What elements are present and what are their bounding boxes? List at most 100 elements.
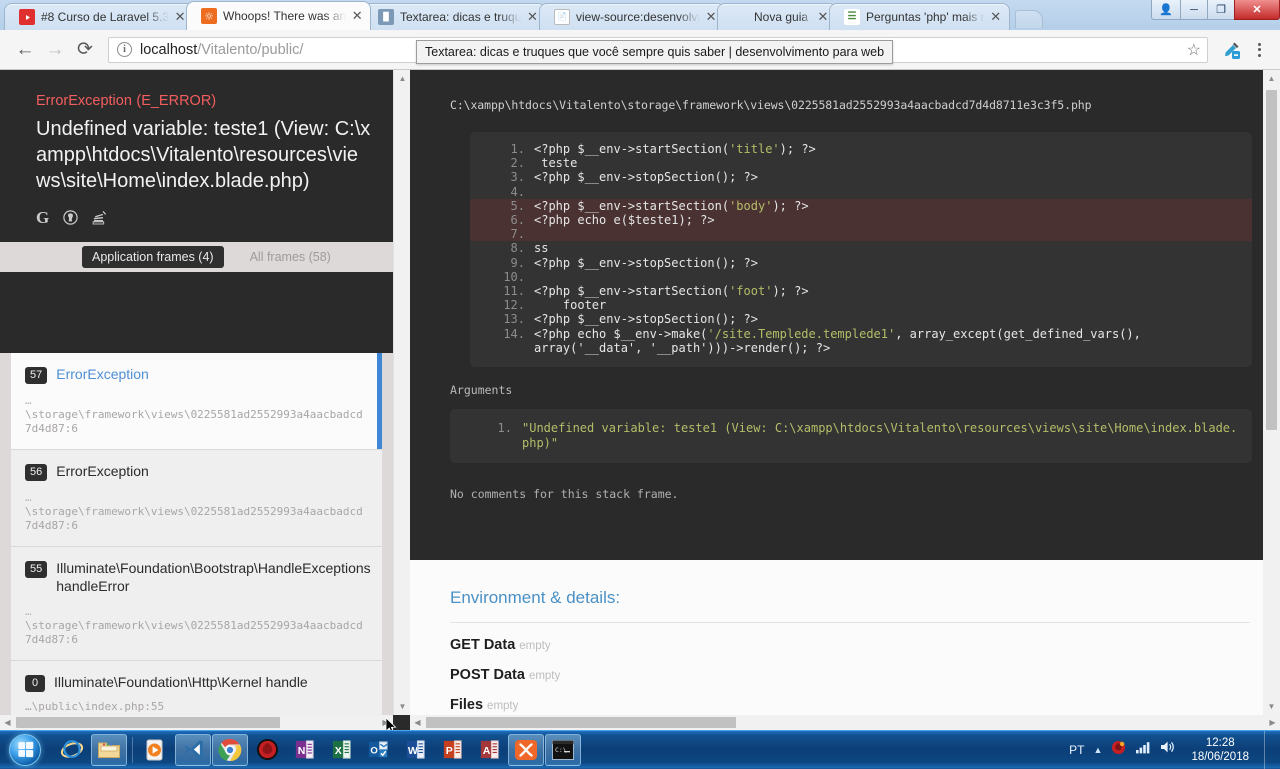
excel-icon[interactable]: X [323, 734, 359, 766]
code-line-number: 7. [510, 227, 525, 242]
stackoverflow-search-icon[interactable] [92, 210, 108, 225]
network-signal-icon[interactable] [1135, 740, 1151, 759]
frame-path-ellipsis: … [25, 491, 33, 504]
volume-icon[interactable] [1160, 740, 1176, 759]
language-indicator[interactable]: PT [1069, 743, 1084, 757]
frame-name: Illuminate\Foundation\Http\Kernel handle [54, 674, 308, 690]
word-icon[interactable]: W [397, 734, 433, 766]
page-horizontal-scrollbar[interactable]: ◀ ▶ [410, 715, 1280, 730]
exception-type: ErrorException [36, 93, 132, 109]
scroll-right-arrow-icon[interactable]: ▶ [1265, 715, 1280, 730]
bookmark-star-icon[interactable]: ☆ [1187, 40, 1201, 60]
tab-all-frames[interactable]: All frames (58) [240, 246, 341, 268]
maximize-button[interactable]: ❐ [1207, 0, 1235, 20]
code-line-highlighted: 6. <?php echo e($teste1); ?> [470, 213, 1252, 228]
tab-application-frames[interactable]: Application frames (4) [82, 246, 224, 268]
forward-button[interactable]: → [40, 35, 70, 65]
left-panel-vertical-scrollbar[interactable]: ▲ ▼ [393, 70, 410, 715]
code-line-text: ss [534, 241, 549, 256]
browser-tab-2[interactable]: █ Textarea: dicas e truqu ✕ [363, 3, 547, 30]
code-line-number: 5. [510, 198, 525, 213]
frame-detail-panel: C:\xampp\htdocs\Vitalento\storage\framew… [410, 70, 1280, 730]
stack-frame-row[interactable]: 57 ErrorException … \storage\framework\vi… [11, 353, 382, 450]
code-line-text: <?php $__env->startSection('body'); ?> [534, 198, 809, 213]
code-line-text: footer [534, 298, 607, 313]
tray-nero-icon[interactable] [1111, 740, 1126, 760]
clock[interactable]: 12:28 18/06/2018 [1185, 736, 1249, 764]
argument-value: "Undefined variable: teste1 (View: C:\xa… [522, 421, 1238, 451]
user-profile-button[interactable]: 👤 [1151, 0, 1181, 20]
chrome-menu-button[interactable] [1248, 37, 1270, 63]
page-vertical-scrollbar[interactable]: ▲ ▼ [1263, 70, 1280, 715]
code-line-number: 1. [510, 142, 525, 156]
stack-frames-list[interactable]: 57 ErrorException … \storage\framework\vi… [0, 353, 393, 730]
scrollbar-thumb[interactable] [16, 717, 280, 728]
svg-text:C:\: C:\ [555, 746, 567, 754]
windows-logo-icon [9, 733, 41, 766]
scroll-down-arrow-icon[interactable]: ▼ [394, 698, 411, 715]
scrollbar-thumb[interactable] [1266, 90, 1277, 430]
google-search-icon[interactable]: G [36, 209, 49, 226]
new-tab-button[interactable] [1015, 10, 1044, 28]
onenote-icon[interactable]: N [286, 734, 322, 766]
scroll-left-arrow-icon[interactable]: ◀ [0, 715, 15, 730]
left-panel-horizontal-scrollbar[interactable]: ◀ ▶ [0, 715, 393, 730]
scrollbar-thumb[interactable] [426, 717, 736, 728]
scroll-left-arrow-icon[interactable]: ◀ [410, 715, 425, 730]
post-data-empty: empty [528, 670, 561, 682]
browser-tab-5[interactable]: ☰ Perguntas 'php' mais r ✕ [828, 3, 1010, 30]
close-icon[interactable]: ✕ [173, 9, 187, 24]
close-icon[interactable]: ✕ [526, 9, 540, 24]
browser-tab-3[interactable]: 📄 view-source:desenvolvi ✕ [538, 3, 725, 30]
files-empty: empty [487, 700, 519, 712]
browser-tab-label: Perguntas 'php' mais r [865, 10, 985, 24]
blog-icon: █ [378, 9, 395, 25]
code-line-text: <?php $__env->startSection('title'); ?> [534, 142, 816, 156]
browser-tab-4[interactable]: Nova guia ✕ [716, 3, 837, 30]
powerpoint-icon[interactable]: P [434, 734, 470, 766]
frame-path: … \storage\framework\views\0225581ad25529… [25, 491, 368, 533]
browser-tab-1[interactable]: ☼ Whoops! There was an ✕ [186, 1, 372, 30]
command-prompt-icon[interactable]: C:\ [545, 733, 581, 766]
browser-tab-label: view-source:desenvolvi [575, 10, 700, 24]
minimize-button[interactable]: ─ [1180, 0, 1208, 20]
back-button[interactable]: ← [10, 35, 40, 65]
visual-studio-code-icon[interactable] [175, 733, 211, 766]
scroll-up-arrow-icon[interactable]: ▲ [1263, 70, 1280, 87]
media-player-icon[interactable] [138, 734, 174, 766]
close-icon[interactable]: ✕ [988, 9, 1002, 24]
environment-details-section: Environment & details: GET Data empty POS… [410, 560, 1280, 730]
scroll-down-arrow-icon[interactable]: ▼ [1263, 698, 1280, 715]
address-bar-url: localhost/Vitalento/public/ [140, 42, 303, 58]
xampp-icon[interactable] [508, 733, 544, 766]
duckduckgo-search-icon[interactable] [63, 209, 78, 225]
internet-explorer-icon[interactable] [54, 734, 90, 766]
url-host: localhost [140, 41, 198, 58]
scroll-up-arrow-icon[interactable]: ▲ [394, 70, 411, 87]
frame-path: … \storage\framework\views\0225581ad25529… [25, 605, 368, 647]
code-line: 4. [470, 185, 1252, 199]
show-desktop-button[interactable] [1264, 730, 1274, 769]
reload-button[interactable]: ⟳ [70, 35, 100, 65]
outlook-icon[interactable]: O [360, 734, 396, 766]
close-icon[interactable]: ✕ [350, 8, 364, 23]
stack-frame-row[interactable]: 55 Illuminate\Foundation\Bootstrap\Handl… [11, 547, 382, 661]
google-chrome-icon[interactable] [212, 733, 248, 766]
site-info-icon[interactable]: i [117, 42, 132, 57]
eyedropper-extension-icon[interactable] [1218, 37, 1244, 63]
start-button[interactable] [0, 731, 50, 769]
windows-explorer-icon[interactable] [91, 733, 127, 766]
browser-tab-0[interactable]: #8 Curso de Laravel 5.3 ✕ [4, 3, 195, 30]
close-window-button[interactable]: ✕ [1234, 0, 1280, 20]
close-icon[interactable]: ✕ [704, 9, 718, 24]
frame-number: 55 [25, 561, 48, 578]
nero-icon[interactable] [249, 734, 285, 766]
exception-code: (E_ERROR) [136, 93, 217, 109]
show-hidden-icons-button[interactable]: ▲ [1094, 745, 1103, 755]
stack-frame-row[interactable]: 56 ErrorException … \storage\framework\vi… [11, 450, 382, 547]
close-icon[interactable]: ✕ [816, 9, 830, 24]
access-icon[interactable]: A [471, 734, 507, 766]
code-line-number: 10. [503, 269, 525, 284]
